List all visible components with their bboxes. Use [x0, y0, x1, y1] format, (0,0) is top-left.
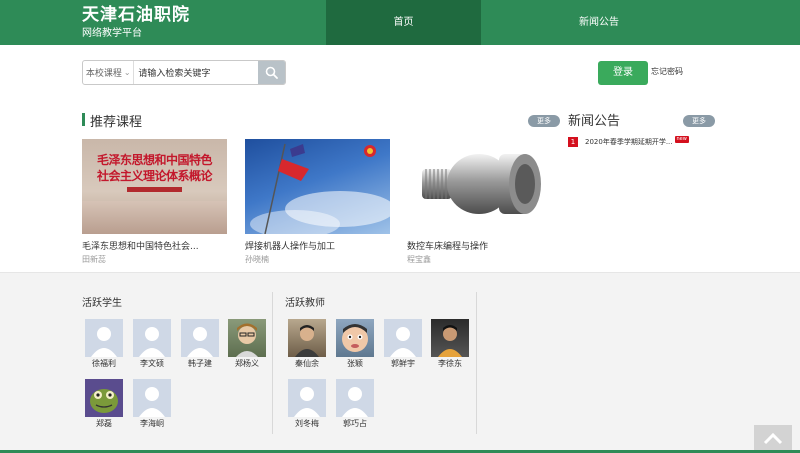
courses-more-button[interactable]: 更多 — [528, 115, 560, 127]
header: 天津石油职院 网络教学平台 首页 新闻公告 — [0, 0, 800, 45]
chevron-down-icon: ⌄ — [123, 68, 131, 77]
student-name: 李海峒 — [140, 419, 164, 428]
search-bar: 本校课程 ⌄ — [82, 60, 286, 85]
teacher-name: 秦仙余 — [295, 359, 319, 368]
news-index: 1 — [568, 137, 578, 147]
brand[interactable]: 天津石油职院 网络教学平台 — [82, 4, 190, 41]
divider — [476, 292, 477, 434]
search-input[interactable] — [134, 61, 259, 84]
section-accent-bar — [82, 113, 85, 126]
avatar — [336, 379, 374, 417]
user-placeholder-icon — [342, 387, 368, 417]
avatar — [228, 319, 266, 357]
site-name: 天津石油职院 — [82, 5, 190, 25]
student-item[interactable]: 郑杨义 — [228, 319, 266, 369]
divider — [272, 292, 273, 434]
search-scope-label: 本校课程 — [85, 69, 122, 79]
student-name: 李文硕 — [140, 359, 164, 368]
site-subtitle: 网络教学平台 — [82, 28, 142, 39]
avatar — [288, 379, 326, 417]
back-to-top-button[interactable] — [754, 425, 792, 453]
avatar — [133, 379, 171, 417]
teacher-name: 张颖 — [347, 359, 363, 368]
student-name: 郑磊 — [96, 419, 112, 428]
user-placeholder-icon — [294, 387, 320, 417]
avatar — [336, 319, 374, 357]
student-item[interactable]: 李文硕 — [133, 319, 171, 369]
avatar — [133, 319, 171, 357]
teacher-item[interactable]: 郭巧占 — [336, 379, 374, 429]
avatar — [431, 319, 469, 357]
teacher-name: 李徐东 — [438, 359, 462, 368]
course-title[interactable]: 毛泽东思想和中国特色社会... — [82, 241, 227, 253]
teacher-item[interactable]: 刘冬梅 — [288, 379, 326, 429]
course-teacher: 程宝鑫 — [407, 255, 431, 264]
course-thumbnail: 毛泽东思想和中国特色 社会主义理论体系概论 — [82, 139, 227, 234]
teacher-item[interactable]: 张颖 — [336, 319, 374, 369]
user-placeholder-icon — [91, 327, 117, 357]
news-title: 新闻公告 — [568, 114, 621, 129]
teacher-item[interactable]: 李徐东 — [431, 319, 469, 369]
avatar — [85, 379, 123, 417]
teacher-item[interactable]: 秦仙余 — [288, 319, 326, 369]
search-scope-select[interactable]: 本校课程 ⌄ — [83, 61, 135, 84]
student-item[interactable]: 徐福利 — [85, 319, 123, 369]
teacher-item[interactable]: 郭鲜宇 — [384, 319, 422, 369]
course-card[interactable]: 数控车床编程与操作 程宝鑫 — [407, 139, 552, 265]
teacher-name: 郭鲜宇 — [391, 359, 415, 368]
avatar — [181, 319, 219, 357]
course-teacher: 孙晓楠 — [245, 255, 269, 264]
avatar — [85, 319, 123, 357]
teacher-name: 郭巧占 — [343, 419, 367, 428]
user-placeholder-icon — [187, 327, 213, 357]
thumb-title-line-2: 社会主义理论体系概论 — [96, 169, 213, 183]
teacher-name: 刘冬梅 — [295, 419, 319, 428]
chevron-up-icon — [763, 432, 783, 445]
thumb-title-line-1: 毛泽东思想和中国特色 — [96, 153, 213, 167]
course-thumbnail — [245, 139, 390, 234]
course-title[interactable]: 数控车床编程与操作 — [407, 241, 552, 253]
user-placeholder-icon — [139, 387, 165, 417]
student-item[interactable]: 李海峒 — [133, 379, 171, 429]
nav-home[interactable]: 首页 — [326, 0, 481, 45]
course-teacher: 田新蕊 — [82, 255, 106, 264]
search-button[interactable] — [258, 61, 285, 84]
courses-title: 推荐课程 — [90, 115, 143, 130]
news-more-button[interactable]: 更多 — [683, 115, 715, 127]
student-item[interactable]: 郑磊 — [85, 379, 123, 429]
login-button[interactable]: 登录 — [598, 61, 648, 85]
news-item-title[interactable]: 2020年春季学期延期开学... — [585, 137, 673, 147]
search-icon — [265, 66, 279, 79]
user-placeholder-icon — [139, 327, 165, 357]
course-title[interactable]: 焊接机器人操作与加工 — [245, 241, 390, 253]
teachers-title: 活跃教师 — [285, 298, 325, 309]
forgot-password-link[interactable]: 忘记密码 — [651, 66, 683, 77]
student-name: 徐福利 — [92, 359, 116, 368]
nav-news[interactable]: 新闻公告 — [481, 0, 717, 45]
avatar — [288, 319, 326, 357]
course-thumbnail — [407, 139, 552, 234]
course-card[interactable]: 毛泽东思想和中国特色 社会主义理论体系概论 毛泽东思想和中国特色社会... 田新… — [82, 139, 227, 265]
student-item[interactable]: 韩子建 — [181, 319, 219, 369]
user-placeholder-icon — [390, 327, 416, 357]
course-card[interactable]: 焊接机器人操作与加工 孙晓楠 — [245, 139, 390, 265]
news-item[interactable]: 1 2020年春季学期延期开学... new — [568, 135, 718, 148]
avatar — [384, 319, 422, 357]
student-name: 郑杨义 — [235, 359, 259, 368]
new-badge: new — [674, 135, 689, 143]
students-title: 活跃学生 — [82, 298, 122, 309]
student-name: 韩子建 — [188, 359, 212, 368]
